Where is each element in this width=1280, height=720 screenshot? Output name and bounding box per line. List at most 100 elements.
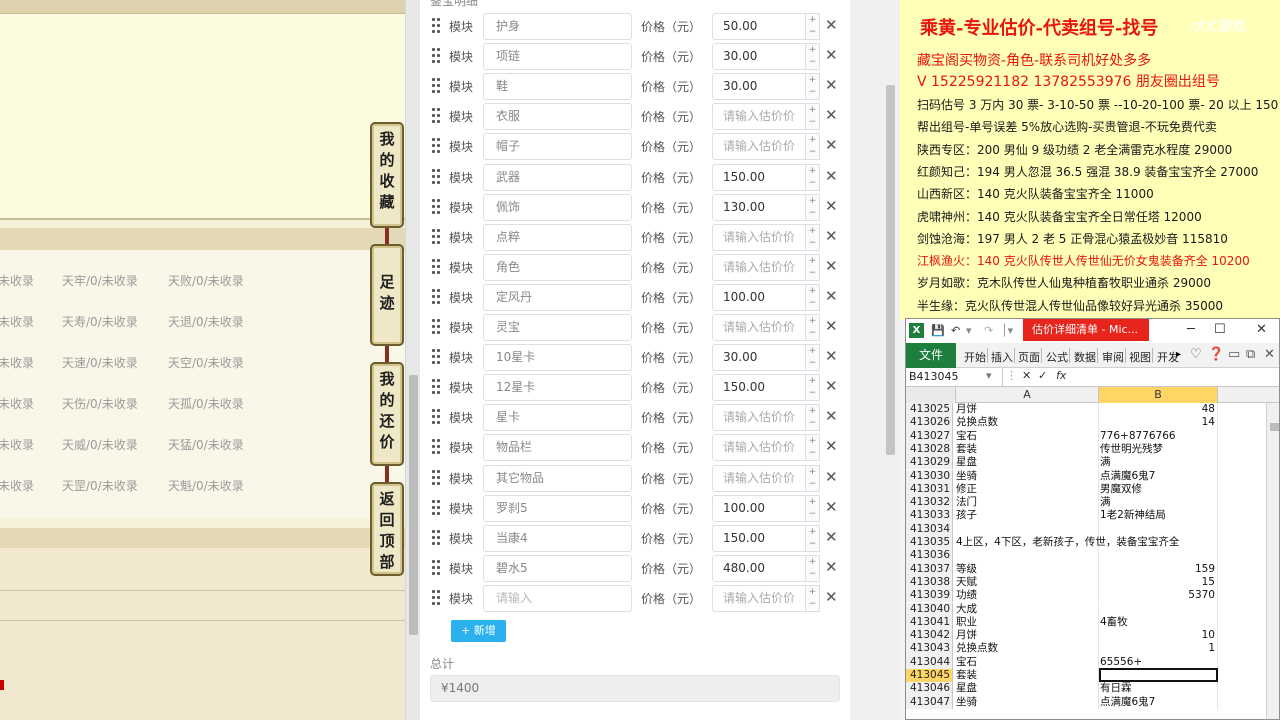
row-number[interactable]: 413028 bbox=[906, 442, 953, 457]
price-stepper[interactable]: + − bbox=[806, 374, 820, 402]
module-name-input[interactable]: 项链 bbox=[483, 43, 632, 71]
cell-a[interactable]: 套装 bbox=[956, 443, 977, 456]
drag-handle-icon[interactable] bbox=[432, 499, 442, 516]
price-stepper[interactable]: + − bbox=[806, 524, 820, 552]
tab-formulas[interactable]: 公式 bbox=[1046, 349, 1068, 365]
row-number[interactable]: 413029 bbox=[906, 456, 953, 470]
module-name-input[interactable]: 鞋 bbox=[483, 73, 632, 101]
add-row-button[interactable]: + 新增 bbox=[451, 620, 506, 642]
delete-row-icon[interactable]: ✕ bbox=[825, 407, 838, 425]
price-input[interactable]: 100.00 bbox=[712, 494, 806, 522]
cell-b[interactable]: 点满魔6鬼7 bbox=[1100, 696, 1155, 709]
delete-row-icon[interactable]: ✕ bbox=[825, 588, 838, 606]
delete-row-icon[interactable]: ✕ bbox=[825, 227, 838, 245]
row-number[interactable]: 413025 bbox=[906, 403, 953, 417]
cell-a[interactable]: 月饼 bbox=[956, 629, 977, 642]
drag-handle-icon[interactable] bbox=[432, 439, 442, 455]
cell-a[interactable]: 天赋 bbox=[956, 576, 977, 589]
delete-row-icon[interactable]: ✕ bbox=[825, 46, 838, 64]
module-name-input[interactable]: 星卡 bbox=[483, 404, 632, 432]
file-tab[interactable]: 文件 bbox=[906, 343, 956, 368]
cell-a[interactable]: 星盘 bbox=[956, 682, 977, 695]
fx-icon[interactable]: fx bbox=[1056, 369, 1066, 382]
row-number[interactable]: 413033 bbox=[906, 509, 953, 523]
save-icon[interactable]: 💾 bbox=[931, 324, 945, 337]
price-input[interactable]: 480.00 bbox=[712, 554, 806, 582]
price-input[interactable]: 请输入估价价 bbox=[712, 464, 806, 492]
price-stepper[interactable]: + − bbox=[806, 253, 820, 281]
select-all-corner[interactable] bbox=[906, 387, 956, 403]
row-number[interactable]: 413042 bbox=[906, 629, 953, 643]
drag-handle-icon[interactable] bbox=[432, 138, 442, 154]
row-number[interactable]: 413039 bbox=[906, 589, 953, 603]
price-input[interactable]: 请输入估价价 bbox=[712, 223, 806, 251]
cell-a[interactable]: 兑换点数 bbox=[956, 416, 998, 429]
price-stepper[interactable]: + − bbox=[806, 13, 820, 40]
row-number[interactable]: 413043 bbox=[906, 642, 953, 656]
drag-handle-icon[interactable] bbox=[432, 168, 442, 185]
row-number[interactable]: 413045 bbox=[906, 669, 953, 683]
price-input[interactable]: 30.00 bbox=[712, 344, 806, 372]
tab-home[interactable]: 开始 bbox=[964, 349, 986, 365]
restore-icon[interactable]: ⧉ bbox=[1246, 347, 1255, 362]
delete-row-icon[interactable]: ✕ bbox=[825, 257, 838, 275]
price-input[interactable]: 30.00 bbox=[712, 73, 806, 101]
price-stepper[interactable]: + − bbox=[806, 103, 820, 131]
enter-icon[interactable]: ✓ bbox=[1038, 369, 1047, 382]
module-name-input[interactable]: 衣服 bbox=[483, 103, 632, 131]
tab-review[interactable]: 审阅 bbox=[1102, 349, 1124, 365]
module-name-input[interactable]: 角色 bbox=[483, 253, 632, 281]
price-stepper[interactable]: + − bbox=[806, 43, 820, 71]
undo-icon[interactable]: ↶ bbox=[951, 324, 960, 337]
drag-handle-icon[interactable] bbox=[432, 288, 442, 305]
cell-b[interactable]: 776+8776766 bbox=[1100, 430, 1176, 443]
price-input[interactable]: 150.00 bbox=[712, 524, 806, 552]
drag-handle-icon[interactable] bbox=[432, 529, 442, 546]
drag-handle-icon[interactable] bbox=[432, 18, 442, 34]
my-bargain-button[interactable]: 我的还价 bbox=[370, 362, 404, 466]
delete-row-icon[interactable]: ✕ bbox=[825, 377, 838, 395]
price-input[interactable]: 请输入估价价 bbox=[712, 253, 806, 281]
cell-a[interactable]: 月饼 bbox=[956, 403, 977, 416]
price-stepper[interactable]: + − bbox=[806, 193, 820, 221]
my-favorites-button[interactable]: 我的收藏 bbox=[370, 122, 404, 228]
drag-handle-icon[interactable] bbox=[432, 228, 442, 245]
cell-a[interactable]: 坐骑 bbox=[956, 696, 977, 709]
cell-a[interactable]: 宝石 bbox=[956, 656, 977, 669]
price-input[interactable]: 150.00 bbox=[712, 374, 806, 402]
delete-row-icon[interactable]: ✕ bbox=[825, 76, 838, 94]
price-stepper[interactable]: + − bbox=[806, 584, 820, 612]
cell-b[interactable]: 14 bbox=[1100, 416, 1215, 429]
drag-handle-icon[interactable] bbox=[432, 108, 442, 124]
module-name-input[interactable]: 护身 bbox=[483, 13, 632, 40]
cell-a[interactable]: 等级 bbox=[956, 563, 977, 576]
module-name-input[interactable]: 10星卡 bbox=[483, 344, 632, 372]
column-header-a[interactable]: A bbox=[956, 387, 1099, 403]
delete-row-icon[interactable]: ✕ bbox=[825, 317, 838, 335]
tab-data[interactable]: 数据 bbox=[1074, 349, 1096, 365]
module-name-input[interactable]: 灵宝 bbox=[483, 314, 632, 341]
price-stepper[interactable]: + − bbox=[806, 464, 820, 492]
delete-row-icon[interactable]: ✕ bbox=[825, 347, 838, 365]
module-name-input[interactable]: 佩饰 bbox=[483, 193, 632, 221]
cell-a[interactable]: 大成 bbox=[956, 603, 977, 616]
module-name-input[interactable]: 帽子 bbox=[483, 133, 632, 161]
cell-b[interactable]: 1老2新神结局 bbox=[1100, 509, 1166, 522]
close-icon[interactable]: ✕ bbox=[1264, 347, 1275, 362]
price-input[interactable]: 请输入估价价 bbox=[712, 103, 806, 131]
row-number[interactable]: 413036 bbox=[906, 549, 953, 563]
drag-handle-icon[interactable] bbox=[432, 258, 442, 275]
tab-view[interactable]: 视图 bbox=[1129, 349, 1151, 365]
cell-b[interactable]: 有日霖 bbox=[1100, 682, 1132, 695]
row-number[interactable]: 413044 bbox=[906, 655, 953, 669]
cell-a[interactable]: 兑换点数 bbox=[956, 642, 998, 655]
cell-a[interactable]: 孩子 bbox=[956, 509, 977, 522]
cell-b[interactable]: 1 bbox=[1100, 642, 1215, 655]
cell-a[interactable]: 星盘 bbox=[956, 456, 977, 469]
module-name-input[interactable]: 点粹 bbox=[483, 223, 632, 251]
cell-b[interactable]: 满 bbox=[1100, 496, 1111, 509]
drag-handle-icon[interactable] bbox=[432, 319, 442, 335]
delete-row-icon[interactable]: ✕ bbox=[825, 197, 838, 215]
cell-b[interactable]: 点满魔6鬼7 bbox=[1100, 470, 1155, 483]
row-number[interactable]: 413037 bbox=[906, 562, 953, 576]
